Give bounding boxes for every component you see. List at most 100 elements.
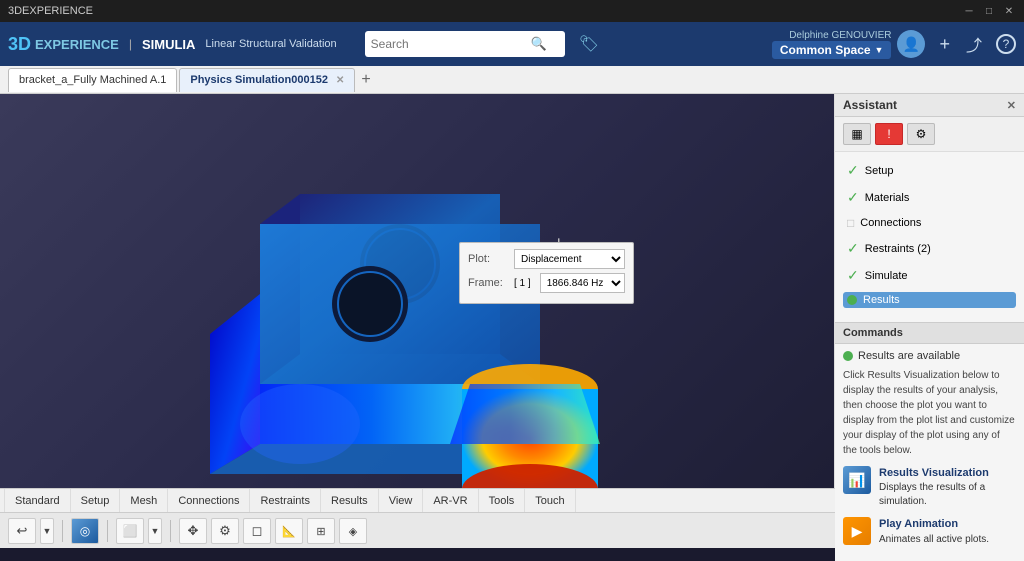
assistant-table-icon[interactable]: ▦ bbox=[843, 123, 871, 145]
plot-label: Plot: bbox=[468, 253, 508, 265]
bottom-tab-view-label: View bbox=[389, 495, 413, 507]
plot-controls: Plot: Displacement Stress Strain Frame: … bbox=[459, 242, 634, 304]
material-button[interactable]: ◈ bbox=[339, 518, 367, 544]
logo-sep: | bbox=[129, 37, 132, 51]
play-anim-icon: ▶ bbox=[843, 517, 871, 545]
bottom-tab-results[interactable]: Results bbox=[321, 489, 379, 512]
assistant-header: Assistant ✕ bbox=[835, 94, 1024, 117]
mesh-button[interactable]: ⊞ bbox=[307, 518, 335, 544]
search-icon[interactable]: 🔍 bbox=[531, 36, 547, 52]
space-name-text: Common Space bbox=[780, 43, 871, 57]
setup-label: Setup bbox=[865, 165, 894, 177]
move-button[interactable]: ✥ bbox=[179, 518, 207, 544]
user-fullname: Delphine GENOUVIER bbox=[772, 30, 892, 41]
status-text: Results are available bbox=[858, 350, 960, 362]
restraints-label: Restraints (2) bbox=[865, 243, 931, 255]
add-icon[interactable]: + bbox=[937, 32, 952, 57]
bookmark-icon[interactable]: 🏷 bbox=[579, 34, 599, 54]
assistant-icon-bar: ▦ ! ⚙ bbox=[835, 117, 1024, 152]
search-box[interactable]: 🔍 bbox=[365, 31, 565, 57]
commands-body: Results are available Click Results Visu… bbox=[835, 344, 1024, 561]
undo-dropdown-button[interactable]: ▼ bbox=[40, 518, 54, 544]
bottom-tab-restraints-label: Restraints bbox=[260, 495, 310, 507]
space-badge[interactable]: Common Space ▼ bbox=[772, 41, 892, 59]
viewport-3d[interactable]: + Plot: Displacement Stress Strain Frame… bbox=[0, 94, 834, 488]
avatar-icon[interactable]: 👤 bbox=[897, 30, 925, 58]
tab-close-button[interactable]: ✕ bbox=[336, 75, 344, 86]
tab-physics-label: Physics Simulation000152 bbox=[190, 74, 328, 86]
tab-physics-simulation[interactable]: Physics Simulation000152 ✕ bbox=[179, 68, 355, 92]
assistant-settings-icon[interactable]: ⚙ bbox=[907, 123, 935, 145]
close-button[interactable]: ✕ bbox=[1002, 4, 1016, 18]
assistant-close-button[interactable]: ✕ bbox=[1007, 99, 1016, 112]
frame-label: Frame: bbox=[468, 277, 508, 289]
simulate-check-icon: ✓ bbox=[847, 267, 859, 284]
connections-check-icon: □ bbox=[847, 216, 854, 230]
cmd-anim-title: Play Animation bbox=[879, 517, 989, 532]
window-controls[interactable]: ─ □ ✕ bbox=[962, 4, 1016, 18]
bottom-tab-results-label: Results bbox=[331, 495, 368, 507]
sep-3 bbox=[170, 520, 171, 542]
bottom-tab-touch[interactable]: Touch bbox=[525, 489, 575, 512]
checklist-item-materials[interactable]: ✓ Materials bbox=[843, 187, 1016, 208]
bottom-tab-mesh-label: Mesh bbox=[130, 495, 157, 507]
bottom-tab-setup[interactable]: Setup bbox=[71, 489, 121, 512]
materials-label: Materials bbox=[865, 192, 910, 204]
cmd-anim-desc: Animates all active plots. bbox=[879, 533, 989, 547]
user-name-area: Delphine GENOUVIER Common Space ▼ bbox=[772, 30, 892, 59]
maximize-button[interactable]: □ bbox=[982, 4, 996, 18]
view-mode-button[interactable]: ◎ bbox=[71, 518, 99, 544]
analysis-button[interactable]: 📐 bbox=[275, 518, 303, 544]
checklist-item-restraints[interactable]: ✓ Restraints (2) bbox=[843, 238, 1016, 259]
frame-row: Frame: [ 1 ] 1866.846 Hz bbox=[468, 273, 625, 293]
cmd-anim-text: Play Animation Animates all active plots… bbox=[879, 517, 989, 546]
bottom-tab-restraints[interactable]: Restraints bbox=[250, 489, 321, 512]
commands-panel: Commands Results are available Click Res… bbox=[835, 322, 1024, 561]
restraints-check-icon: ✓ bbox=[847, 240, 859, 257]
assistant-alert-icon[interactable]: ! bbox=[875, 123, 903, 145]
bottom-tab-ar-vr[interactable]: AR-VR bbox=[423, 489, 478, 512]
settings-button[interactable]: ⚙ bbox=[211, 518, 239, 544]
bottom-tab-standard-label: Standard bbox=[15, 495, 60, 507]
bottom-tab-touch-label: Touch bbox=[535, 495, 564, 507]
results-label: Results bbox=[863, 294, 900, 306]
right-panel: Assistant ✕ ▦ ! ⚙ ✓ Setup ✓ Materials □ … bbox=[834, 94, 1024, 488]
sep-1 bbox=[62, 520, 63, 542]
simulate-label: Simulate bbox=[865, 270, 908, 282]
bottom-tab-connections-label: Connections bbox=[178, 495, 239, 507]
checklist-item-simulate[interactable]: ✓ Simulate bbox=[843, 265, 1016, 286]
cmd-results-visualization[interactable]: 📊 Results Visualization Displays the res… bbox=[843, 466, 1016, 509]
frame-select[interactable]: 1866.846 Hz bbox=[540, 273, 625, 293]
bottom-tab-view[interactable]: View bbox=[379, 489, 424, 512]
toolbar-right: Delphine GENOUVIER Common Space ▼ 👤 + ⤴ … bbox=[772, 30, 1016, 59]
checklist-item-results[interactable]: Results bbox=[843, 292, 1016, 308]
object-button[interactable]: ◻ bbox=[243, 518, 271, 544]
user-area: Delphine GENOUVIER Common Space ▼ 👤 bbox=[772, 30, 926, 59]
subtitle-text: Linear Structural Validation bbox=[205, 38, 336, 50]
bottom-tab-tools-label: Tools bbox=[489, 495, 515, 507]
undo-button[interactable]: ↩ bbox=[8, 518, 36, 544]
checklist-item-setup[interactable]: ✓ Setup bbox=[843, 160, 1016, 181]
share-icon[interactable]: ⤴ bbox=[964, 30, 984, 58]
bottom-tab-connections[interactable]: Connections bbox=[168, 489, 250, 512]
bottom-tab-mesh[interactable]: Mesh bbox=[120, 489, 168, 512]
plot-select[interactable]: Displacement Stress Strain bbox=[514, 249, 625, 269]
cmd-play-animation[interactable]: ▶ Play Animation Animates all active plo… bbox=[843, 517, 1016, 546]
sep-2 bbox=[107, 520, 108, 542]
render-style-dropdown[interactable]: ▼ bbox=[148, 518, 162, 544]
tab-add-button[interactable]: + bbox=[357, 71, 374, 89]
help-icon[interactable]: ? bbox=[996, 34, 1016, 54]
bottom-tab-tools[interactable]: Tools bbox=[479, 489, 526, 512]
simulia-text: SIMULIA bbox=[142, 37, 195, 52]
render-style-button[interactable]: ⬜ bbox=[116, 518, 144, 544]
minimize-button[interactable]: ─ bbox=[962, 4, 976, 18]
status-available-dot bbox=[843, 351, 853, 361]
results-dot-icon bbox=[847, 295, 857, 305]
bottom-tab-standard[interactable]: Standard bbox=[4, 489, 71, 512]
tab-bracket[interactable]: bracket_a_Fully Machined A.1 bbox=[8, 68, 177, 92]
dropdown-arrow-icon: ▼ bbox=[875, 45, 884, 55]
title-bar: 3DEXPERIENCE ─ □ ✕ bbox=[0, 0, 1024, 22]
search-input[interactable] bbox=[371, 37, 531, 51]
checklist-item-connections[interactable]: □ Connections bbox=[843, 214, 1016, 232]
cmd-results-text: Results Visualization Displays the resul… bbox=[879, 466, 1016, 509]
